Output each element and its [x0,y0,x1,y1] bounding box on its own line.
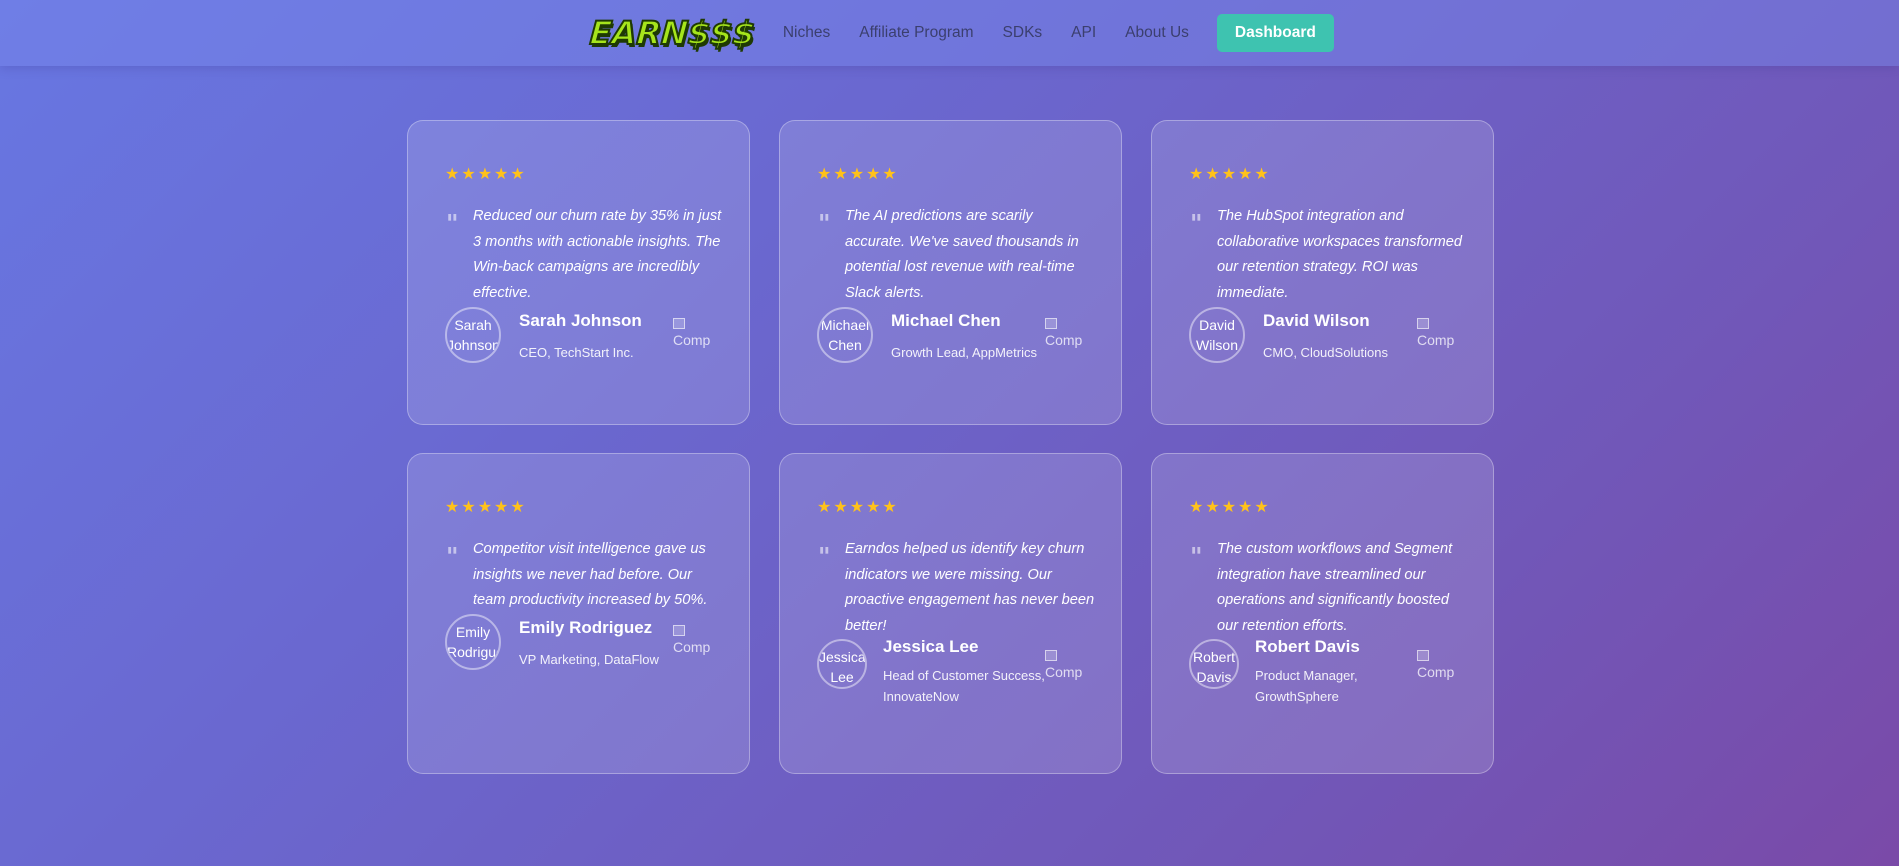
author-name: Sarah Johnson [519,311,642,330]
nav-link-sdks[interactable]: SDKs [1003,24,1043,42]
testimonial-card: ★★★★★ " Reduced our churn rate by 35% in… [407,120,750,425]
star-rating: ★★★★★ [445,166,527,183]
testimonial-author: Emily Rodriguez Emily Rodriguez VP Marke… [445,614,725,670]
author-role: VP Marketing, DataFlow [519,652,659,667]
company-logo: Comp [1045,316,1089,356]
company-logo: Comp [673,623,717,663]
nav-link-niches[interactable]: Niches [783,24,830,42]
company-logo-alt: Comp [673,639,711,655]
testimonial-author: Michael Chen Michael Chen Growth Lead, A… [817,307,1097,363]
testimonial-author: David Wilson David Wilson CMO, CloudSolu… [1189,307,1469,363]
author-role: Head of Customer Success, InnovateNow [883,668,1045,704]
author-name: Robert Davis [1255,637,1360,656]
quote-icon: " [446,209,459,238]
broken-image-icon [1417,650,1429,661]
star-rating: ★★★★★ [817,166,899,183]
star-rating: ★★★★★ [445,499,527,516]
testimonial-author: Robert Davis Robert Davis Product Manage… [1189,637,1469,704]
star-rating: ★★★★★ [1189,166,1271,183]
testimonial-author: Jessica Lee Jessica Lee Head of Customer… [817,637,1097,704]
broken-image-icon [1417,318,1429,329]
company-logo: Comp [673,316,717,356]
avatar: Jessica Lee [817,639,867,689]
quote-icon: " [818,542,831,571]
brand-logo[interactable]: EARN$$$ [588,13,758,53]
avatar: Emily Rodriguez [445,614,501,670]
avatar: Sarah Johnson [445,307,501,363]
testimonial-quote: The HubSpot integration and collaborativ… [1217,208,1462,301]
testimonial-author: Sarah Johnson Sarah Johnson CEO, TechSta… [445,307,725,363]
company-logo-alt: Comp [673,332,711,348]
author-role: CMO, CloudSolutions [1263,345,1388,360]
author-name: David Wilson [1263,311,1370,330]
nav-link-affiliate-program[interactable]: Affiliate Program [859,24,973,42]
author-role: CEO, TechStart Inc. [519,345,634,360]
broken-image-icon [1045,650,1057,661]
author-role: Growth Lead, AppMetrics [891,345,1037,360]
testimonial-quote: Earndos helped us identify key churn ind… [845,541,1095,634]
quote-icon: " [446,542,459,571]
star-rating: ★★★★★ [1189,499,1271,516]
dashboard-button[interactable]: Dashboard [1216,14,1334,52]
company-logo-alt: Comp [1417,664,1455,680]
testimonial-card: ★★★★★ " Earndos helped us identify key c… [779,453,1122,774]
star-rating: ★★★★★ [817,499,899,516]
author-name: Jessica Lee [883,637,979,656]
top-navbar: EARN$$$ Niches Affiliate Program SDKs AP… [0,0,1899,66]
author-role: Product Manager, GrowthSphere [1255,668,1358,704]
quote-icon: " [1190,542,1203,571]
company-logo-alt: Comp [1045,332,1083,348]
nav-link-about-us[interactable]: About Us [1125,24,1189,42]
testimonial-quote: Reduced our churn rate by 35% in just 3 … [473,208,722,301]
testimonial-quote: The custom workflows and Segment integra… [1217,541,1453,634]
testimonial-quote: Competitor visit intelligence gave us in… [473,541,708,609]
company-logo: Comp [1417,316,1461,356]
testimonial-card: ★★★★★ " The HubSpot integration and coll… [1151,120,1494,425]
quote-icon: " [1190,209,1203,238]
company-logo-alt: Comp [1417,332,1455,348]
testimonial-card: ★★★★★ " The AI predictions are scarily a… [779,120,1122,425]
author-name: Emily Rodriguez [519,618,653,637]
testimonial-card: ★★★★★ " Competitor visit intelligence ga… [407,453,750,774]
avatar: David Wilson [1189,307,1245,363]
company-logo-alt: Comp [1045,664,1083,680]
testimonial-card: ★★★★★ " The custom workflows and Segment… [1151,453,1494,774]
avatar: Michael Chen [817,307,873,363]
testimonial-quote: The AI predictions are scarily accurate.… [845,208,1079,301]
broken-image-icon [673,318,685,329]
quote-icon: " [818,209,831,238]
broken-image-icon [673,625,685,636]
broken-image-icon [1045,318,1057,329]
nav-link-api[interactable]: API [1071,24,1096,42]
avatar: Robert Davis [1189,639,1239,689]
nav-inner: EARN$$$ Niches Affiliate Program SDKs AP… [588,0,1334,66]
author-name: Michael Chen [891,311,1001,330]
company-logo: Comp [1417,648,1461,688]
company-logo: Comp [1045,648,1089,688]
